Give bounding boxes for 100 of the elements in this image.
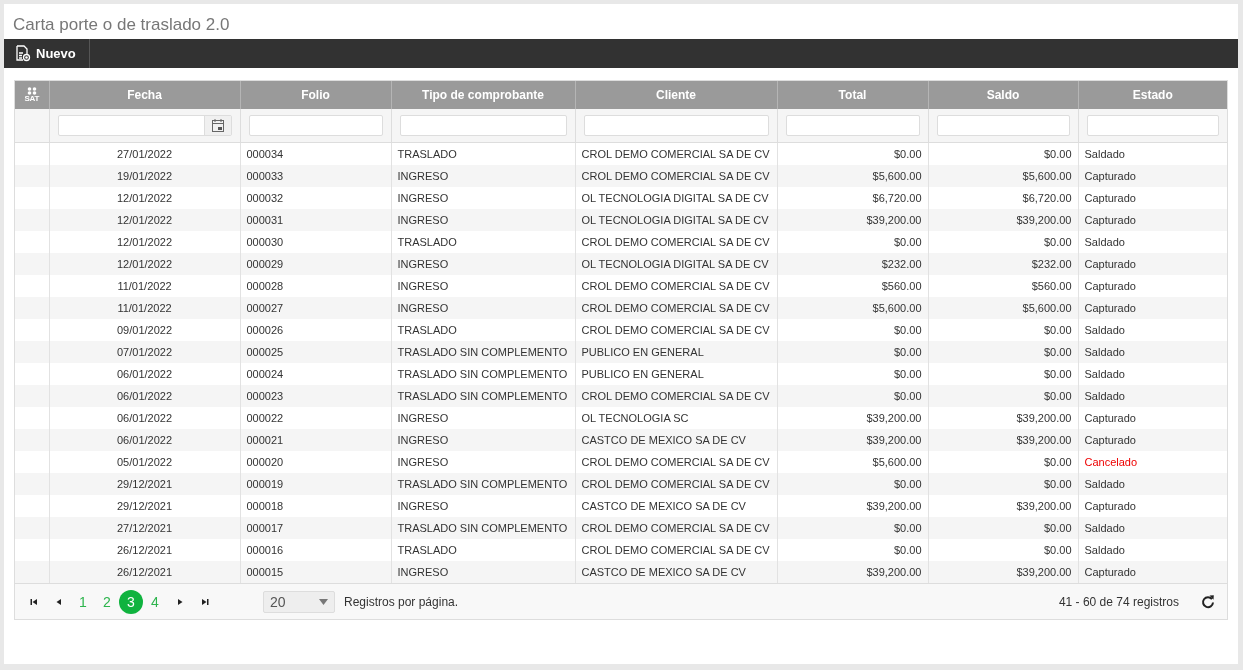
next-arrow-icon [175, 597, 184, 606]
table-cell: $232.00 [777, 253, 928, 275]
table-cell: INGRESO [391, 297, 575, 319]
table-cell: 000019 [240, 473, 391, 495]
refresh-icon [1201, 594, 1215, 609]
table-cell: 000023 [240, 385, 391, 407]
table-cell: TRASLADO SIN COMPLEMENTO [391, 473, 575, 495]
table-cell: 29/12/2021 [49, 473, 240, 495]
dots-icon [26, 87, 37, 95]
table-cell: CROL DEMO COMERCIAL SA DE CV [575, 473, 777, 495]
table-cell: $39,200.00 [928, 209, 1078, 231]
table-cell: INGRESO [391, 253, 575, 275]
table-cell: $232.00 [928, 253, 1078, 275]
table-cell: $5,600.00 [928, 297, 1078, 319]
table-cell: $0.00 [777, 385, 928, 407]
table-cell: $5,600.00 [777, 165, 928, 187]
record-count: 41 - 60 de 74 registros [1058, 594, 1179, 609]
table-cell: TRASLADO SIN COMPLEMENTO [391, 341, 575, 363]
table-cell: 000017 [240, 517, 391, 539]
status-cell: Capturado [1078, 165, 1227, 187]
status-cell: Saldado [1078, 341, 1227, 363]
previous-arrow-icon [54, 597, 63, 606]
table-cell: TRASLADO SIN COMPLEMENTO [391, 385, 575, 407]
table-cell: 06/01/2022 [49, 385, 240, 407]
status-cell: Saldado [1078, 385, 1227, 407]
column-header[interactable]: Tipo de comprobante [391, 81, 575, 109]
date-filter-field[interactable] [57, 115, 232, 136]
filter-field[interactable] [785, 115, 920, 136]
table-cell: $5,600.00 [928, 165, 1078, 187]
filter-field[interactable] [936, 115, 1070, 136]
document-icon [14, 45, 31, 62]
table-cell: $0.00 [928, 385, 1078, 407]
table-cell: $0.00 [777, 341, 928, 363]
table-cell: CROL DEMO COMERCIAL SA DE CV [575, 517, 777, 539]
filter-field[interactable] [1086, 115, 1219, 136]
status-cell: Capturado [1078, 209, 1227, 231]
caret-icon [319, 598, 328, 605]
filter-field[interactable] [399, 115, 567, 136]
table-cell: CROL DEMO COMERCIAL SA DE CV [575, 165, 777, 187]
table-cell: CASTCO DE MEXICO SA DE CV [575, 429, 777, 451]
page-size-label: Registros por página. [344, 594, 459, 609]
table-cell: INGRESO [391, 561, 575, 583]
first-arrow-icon [29, 597, 38, 606]
table-cell: 000027 [240, 297, 391, 319]
table-cell: 12/01/2022 [49, 253, 240, 275]
table-cell: TRASLADO SIN COMPLEMENTO [391, 517, 575, 539]
column-header[interactable]: Fecha [49, 81, 240, 109]
table-cell: 06/01/2022 [49, 429, 240, 451]
table-cell: OL TECNOLOGIA DIGITAL SA DE CV [575, 209, 777, 231]
status-cell: Capturado [1078, 429, 1227, 451]
page-button[interactable]: 3 [119, 589, 143, 614]
page-button[interactable]: 2 [95, 589, 119, 614]
table-cell: $0.00 [928, 517, 1078, 539]
table-cell: CASTCO DE MEXICO SA DE CV [575, 561, 777, 583]
table-cell: $39,200.00 [928, 561, 1078, 583]
last-arrow-icon [200, 597, 209, 606]
table-cell: 000021 [240, 429, 391, 451]
table-cell: 11/01/2022 [49, 297, 240, 319]
table-cell: OL TECNOLOGIA DIGITAL SA DE CV [575, 253, 777, 275]
status-cell: Capturado [1078, 297, 1227, 319]
table-cell: CROL DEMO COMERCIAL SA DE CV [575, 297, 777, 319]
table-cell: $39,200.00 [928, 429, 1078, 451]
column-header[interactable]: Cliente [575, 81, 777, 109]
column-header[interactable]: Folio [240, 81, 391, 109]
filter-field[interactable] [248, 115, 383, 136]
page-size-dropdown[interactable]: 20 [263, 590, 335, 613]
table-cell: $39,200.00 [777, 429, 928, 451]
table-cell: 27/12/2021 [49, 517, 240, 539]
table-cell: 000015 [240, 561, 391, 583]
table-cell: $39,200.00 [777, 209, 928, 231]
page-button[interactable]: 4 [143, 589, 167, 614]
page-title: Carta porte o de traslado 2.0 [12, 14, 231, 36]
page-button[interactable]: 1 [71, 589, 95, 614]
table-cell: 000025 [240, 341, 391, 363]
refresh-button[interactable] [1201, 594, 1215, 609]
table-cell: PUBLICO EN GENERAL [575, 341, 777, 363]
status-cell: Capturado [1078, 561, 1227, 583]
table-cell: INGRESO [391, 429, 575, 451]
column-header[interactable]: Estado [1078, 81, 1227, 109]
column-header[interactable]: Saldo [928, 81, 1078, 109]
status-cell: Saldado [1078, 473, 1227, 495]
table-cell: 000031 [240, 209, 391, 231]
filter-field[interactable] [583, 115, 769, 136]
table-cell: 26/12/2021 [49, 561, 240, 583]
column-header[interactable]: Total [777, 81, 928, 109]
table-cell: 07/01/2022 [49, 341, 240, 363]
table-cell: 000033 [240, 165, 391, 187]
table-cell: $0.00 [777, 473, 928, 495]
table-cell: 19/01/2022 [49, 165, 240, 187]
status-cell: Capturado [1078, 253, 1227, 275]
table-cell: $0.00 [928, 341, 1078, 363]
table-cell: $0.00 [928, 473, 1078, 495]
table-cell: $0.00 [777, 517, 928, 539]
table-cell: INGRESO [391, 165, 575, 187]
status-cell: Saldado [1078, 517, 1227, 539]
table-cell: $39,200.00 [777, 561, 928, 583]
calendar-icon [211, 119, 224, 132]
sat-label: SAT [24, 95, 39, 103]
table-cell: INGRESO [391, 209, 575, 231]
table-cell: CROL DEMO COMERCIAL SA DE CV [575, 385, 777, 407]
